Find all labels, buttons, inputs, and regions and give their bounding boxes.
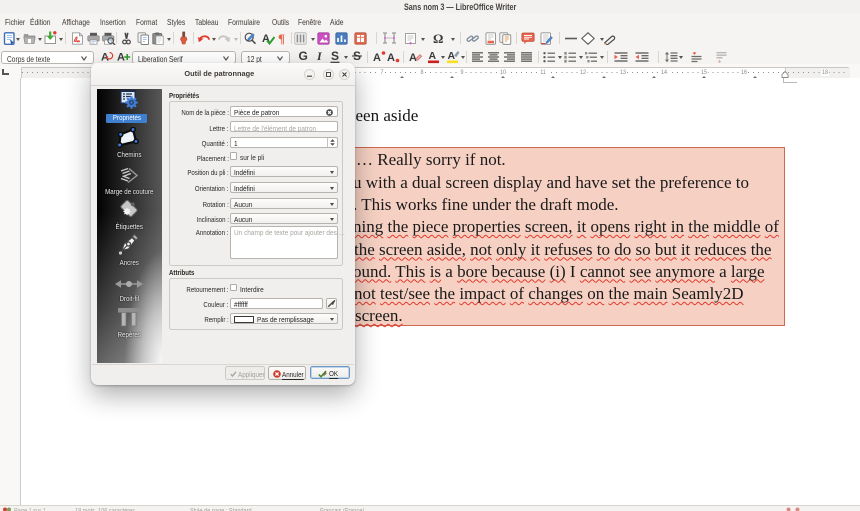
svg-text:A: A: [429, 50, 437, 62]
svg-text:A: A: [409, 52, 417, 63]
svg-text:A: A: [117, 51, 125, 63]
svg-text:I: I: [316, 49, 323, 63]
svg-text:A: A: [387, 52, 395, 63]
svg-text:A: A: [101, 51, 109, 63]
svg-text:Ω: Ω: [433, 32, 443, 45]
svg-text:S: S: [331, 49, 339, 63]
svg-text:A: A: [373, 52, 381, 63]
svg-text:G: G: [298, 49, 307, 63]
svg-text:¶: ¶: [278, 32, 285, 45]
